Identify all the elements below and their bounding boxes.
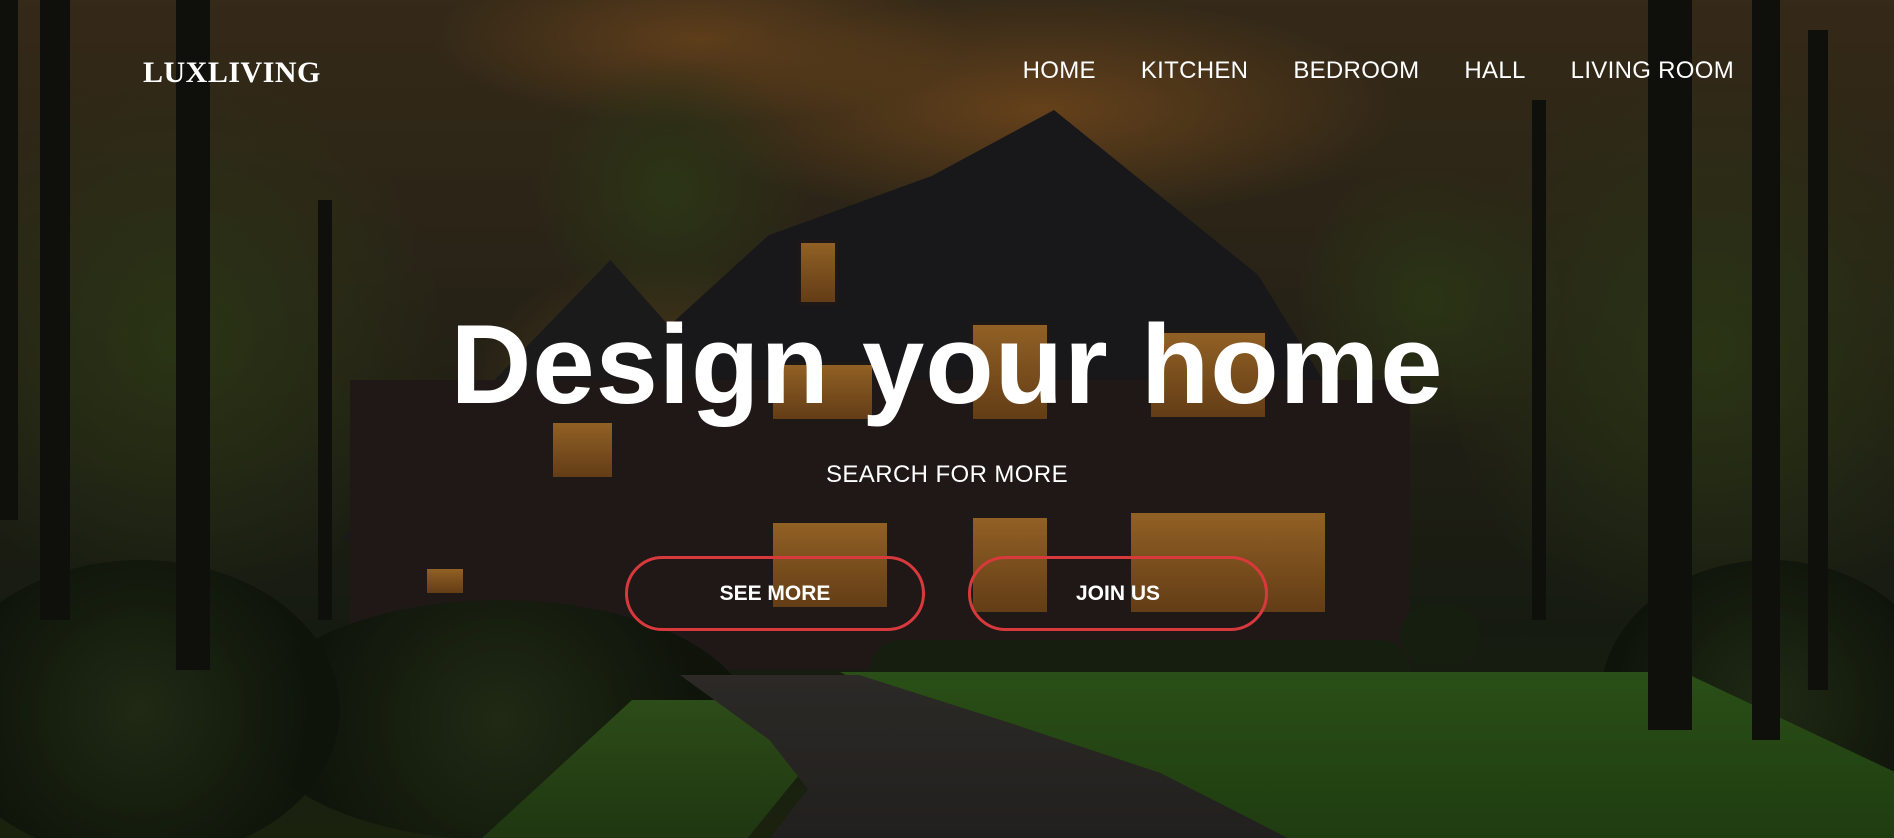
hero-headline: Design your home: [450, 302, 1444, 427]
nav-item-bedroom[interactable]: BEDROOM: [1293, 57, 1419, 85]
join-us-button[interactable]: JOIN US: [968, 556, 1268, 631]
nav-item-living-room[interactable]: LIVING ROOM: [1571, 57, 1734, 85]
main-nav: HOME KITCHEN BEDROOM HALL LIVING ROOM: [1023, 57, 1734, 85]
hero-subtitle: SEARCH FOR MORE: [825, 461, 1068, 488]
site-logo[interactable]: LUXLIVING: [143, 56, 321, 90]
hero-section: LUXLIVING HOME KITCHEN BEDROOM HALL LIVI…: [0, 0, 1894, 838]
nav-item-kitchen[interactable]: KITCHEN: [1141, 57, 1248, 85]
nav-item-hall[interactable]: HALL: [1464, 57, 1525, 85]
nav-item-home[interactable]: HOME: [1023, 57, 1096, 85]
see-more-button[interactable]: SEE MORE: [625, 556, 925, 631]
